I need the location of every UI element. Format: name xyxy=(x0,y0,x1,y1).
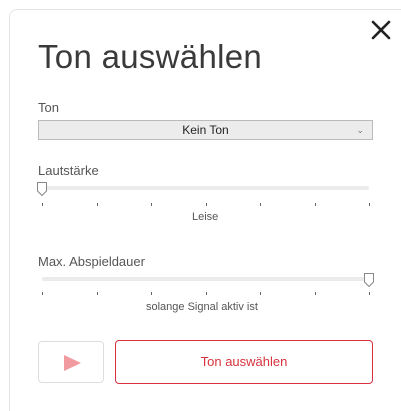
close-icon[interactable] xyxy=(369,18,393,42)
duration-tick xyxy=(315,292,316,295)
duration-tick xyxy=(97,292,98,295)
duration-tick xyxy=(151,292,152,295)
chevron-down-icon: ⌄ xyxy=(356,125,364,135)
volume-slider-thumb[interactable] xyxy=(37,182,47,197)
volume-tick xyxy=(42,203,43,206)
dialog-title: Ton auswählen xyxy=(38,38,263,75)
duration-tick xyxy=(206,292,207,295)
duration-tick xyxy=(42,292,43,295)
volume-tick xyxy=(151,203,152,206)
volume-tick xyxy=(315,203,316,206)
volume-tick xyxy=(97,203,98,206)
volume-tick xyxy=(369,203,370,206)
select-tone-button[interactable]: Ton auswählen xyxy=(115,340,373,384)
play-icon xyxy=(64,355,81,371)
duration-slider-track[interactable] xyxy=(42,277,369,281)
tone-select-value: Kein Ton xyxy=(182,123,229,137)
volume-tick xyxy=(260,203,261,206)
volume-tick xyxy=(206,203,207,206)
duration-slider-thumb[interactable] xyxy=(364,273,374,288)
page: Ton auswählen Ton Kein Ton ⌄ Lautstärke … xyxy=(0,0,401,411)
tone-select[interactable]: Kein Ton ⌄ xyxy=(38,120,373,140)
volume-slider-track[interactable] xyxy=(42,186,369,190)
play-button[interactable] xyxy=(38,341,104,383)
duration-value-label: solange Signal aktiv ist xyxy=(146,301,258,313)
duration-tick xyxy=(369,292,370,295)
volume-label: Lautstärke xyxy=(38,163,99,178)
duration-tick xyxy=(260,292,261,295)
volume-value-label: Leise xyxy=(192,211,219,223)
duration-label: Max. Abspieldauer xyxy=(38,254,145,269)
tone-label: Ton xyxy=(38,100,59,115)
